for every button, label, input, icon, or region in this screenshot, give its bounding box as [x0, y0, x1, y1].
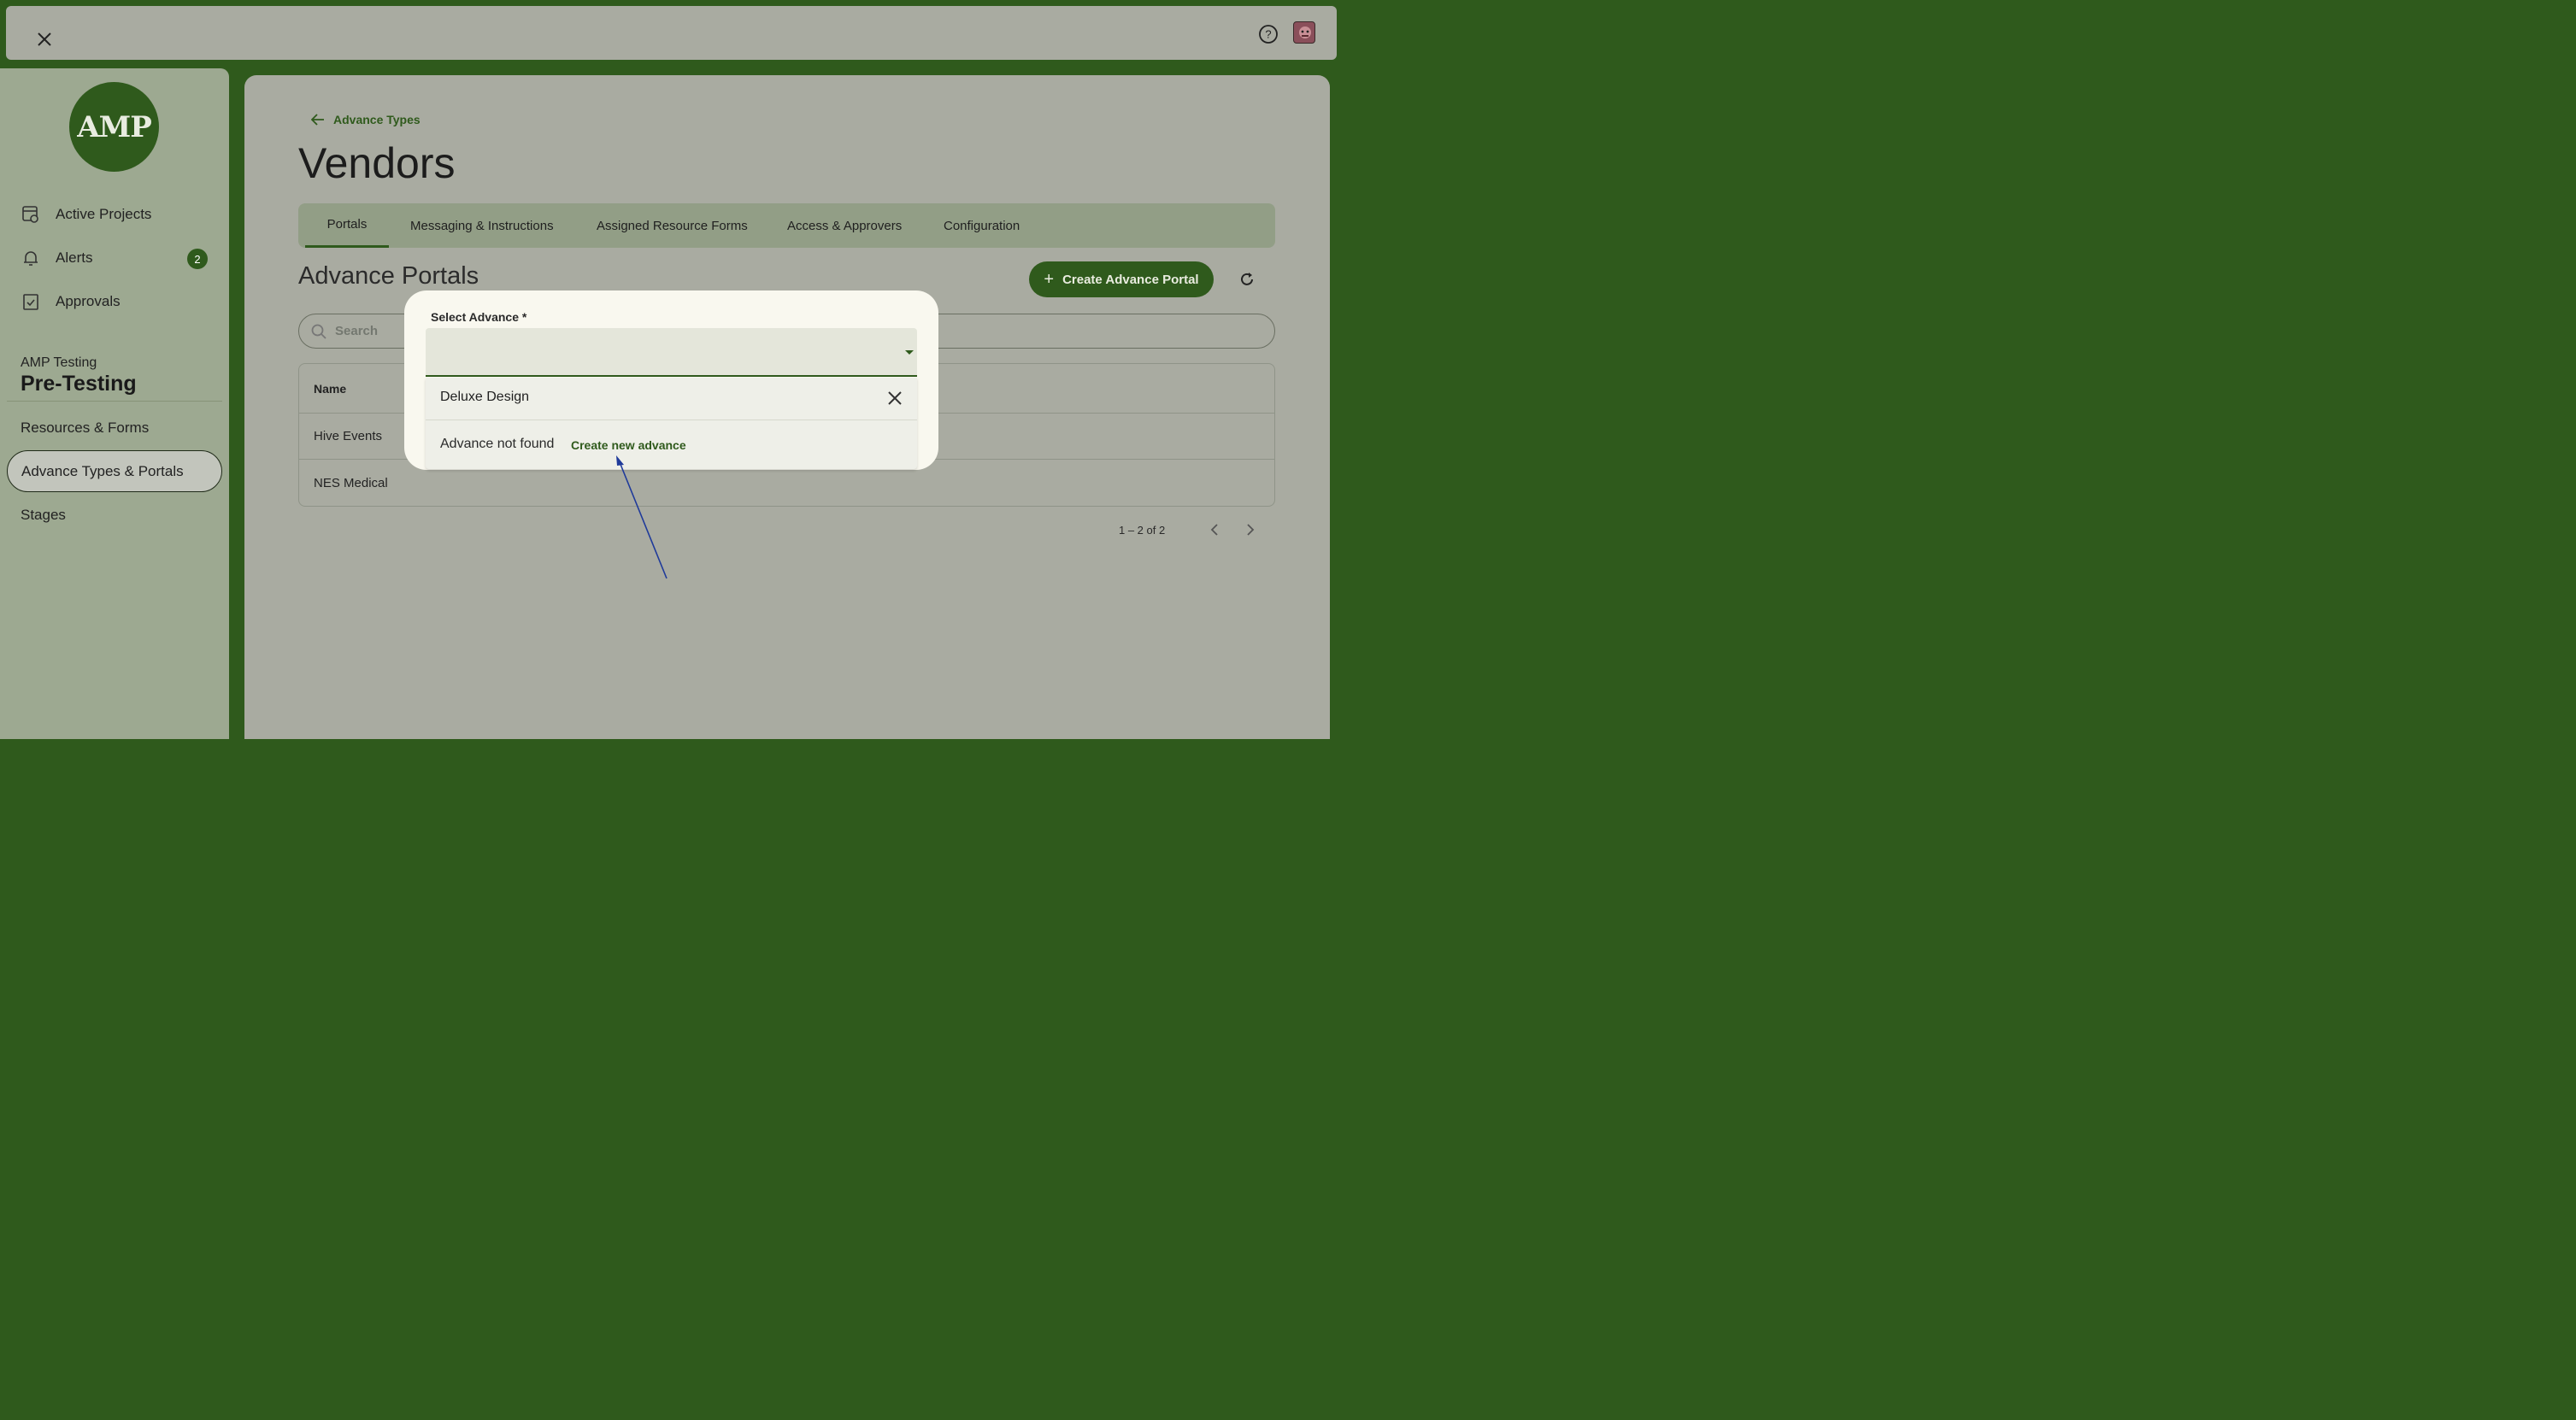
org-name: AMP Testing — [21, 355, 97, 370]
sidebar-item-alerts[interactable]: Alerts — [21, 244, 92, 272]
tab-messaging-instructions[interactable]: Messaging & Instructions — [410, 203, 554, 248]
sidebar-item-active-projects[interactable]: Active Projects — [21, 201, 151, 228]
create-button-label: Create Advance Portal — [1062, 272, 1199, 287]
svg-text:?: ? — [1265, 28, 1271, 41]
not-found-message: Advance not found — [440, 437, 555, 451]
pagination-range: 1 – 2 of 2 — [1119, 524, 1166, 537]
tab-bar: Portals Messaging & Instructions Assigne… — [298, 203, 1275, 248]
divider — [7, 401, 222, 402]
select-advance-label: Select Advance * — [431, 310, 527, 324]
tab-access-approvers[interactable]: Access & Approvers — [787, 203, 902, 248]
tab-portals[interactable]: Portals — [305, 203, 389, 248]
plus-icon: + — [1044, 269, 1055, 289]
clear-icon[interactable] — [885, 388, 905, 408]
avatar[interactable] — [1293, 21, 1315, 44]
alerts-count-badge: 2 — [187, 249, 208, 269]
chevron-left-icon[interactable] — [1206, 521, 1223, 538]
project-name: Pre-Testing — [21, 372, 137, 396]
sidebar: AMP Active Projects Alerts 2 Approvals A… — [0, 68, 229, 739]
sidebar-item-label: Active Projects — [56, 206, 152, 222]
arrow-left-icon — [311, 114, 325, 126]
sidebar-item-approvals[interactable]: Approvals — [21, 288, 121, 315]
top-bar: ? — [6, 6, 1337, 60]
sidebar-item-label: Approvals — [56, 293, 121, 309]
sidebar-item-advance-types-portals[interactable]: Advance Types & Portals — [7, 450, 222, 492]
sidebar-item-resources-forms[interactable]: Resources & Forms — [21, 420, 149, 437]
bell-icon — [21, 248, 41, 268]
back-link-label: Advance Types — [333, 113, 421, 126]
select-advance-dialog: Select Advance * Advance not found Creat… — [404, 290, 938, 470]
tab-configuration[interactable]: Configuration — [944, 203, 1020, 248]
create-advance-portal-button[interactable]: + Create Advance Portal — [1029, 261, 1214, 297]
select-advance-field[interactable] — [426, 328, 917, 377]
sidebar-item-label: Alerts — [56, 249, 93, 266]
section-title: Advance Portals — [298, 262, 479, 290]
close-icon[interactable] — [32, 26, 57, 52]
projects-icon — [21, 204, 41, 225]
tab-assigned-resource-forms[interactable]: Assigned Resource Forms — [597, 203, 748, 248]
clipboard-check-icon — [21, 291, 41, 312]
refresh-icon[interactable] — [1236, 268, 1258, 290]
amp-logo: AMP — [69, 82, 159, 172]
sidebar-item-stages[interactable]: Stages — [21, 507, 66, 524]
create-new-advance-link[interactable]: Create new advance — [571, 438, 686, 452]
back-link[interactable]: Advance Types — [311, 113, 421, 126]
search-icon — [311, 324, 326, 339]
caret-down-icon — [905, 350, 914, 355]
advance-dropdown-panel: Advance not found Create new advance — [426, 378, 917, 469]
advance-search-input[interactable] — [440, 390, 867, 405]
help-icon[interactable]: ? — [1257, 23, 1279, 45]
page-title: Vendors — [298, 139, 456, 187]
chevron-right-icon[interactable] — [1242, 521, 1259, 538]
